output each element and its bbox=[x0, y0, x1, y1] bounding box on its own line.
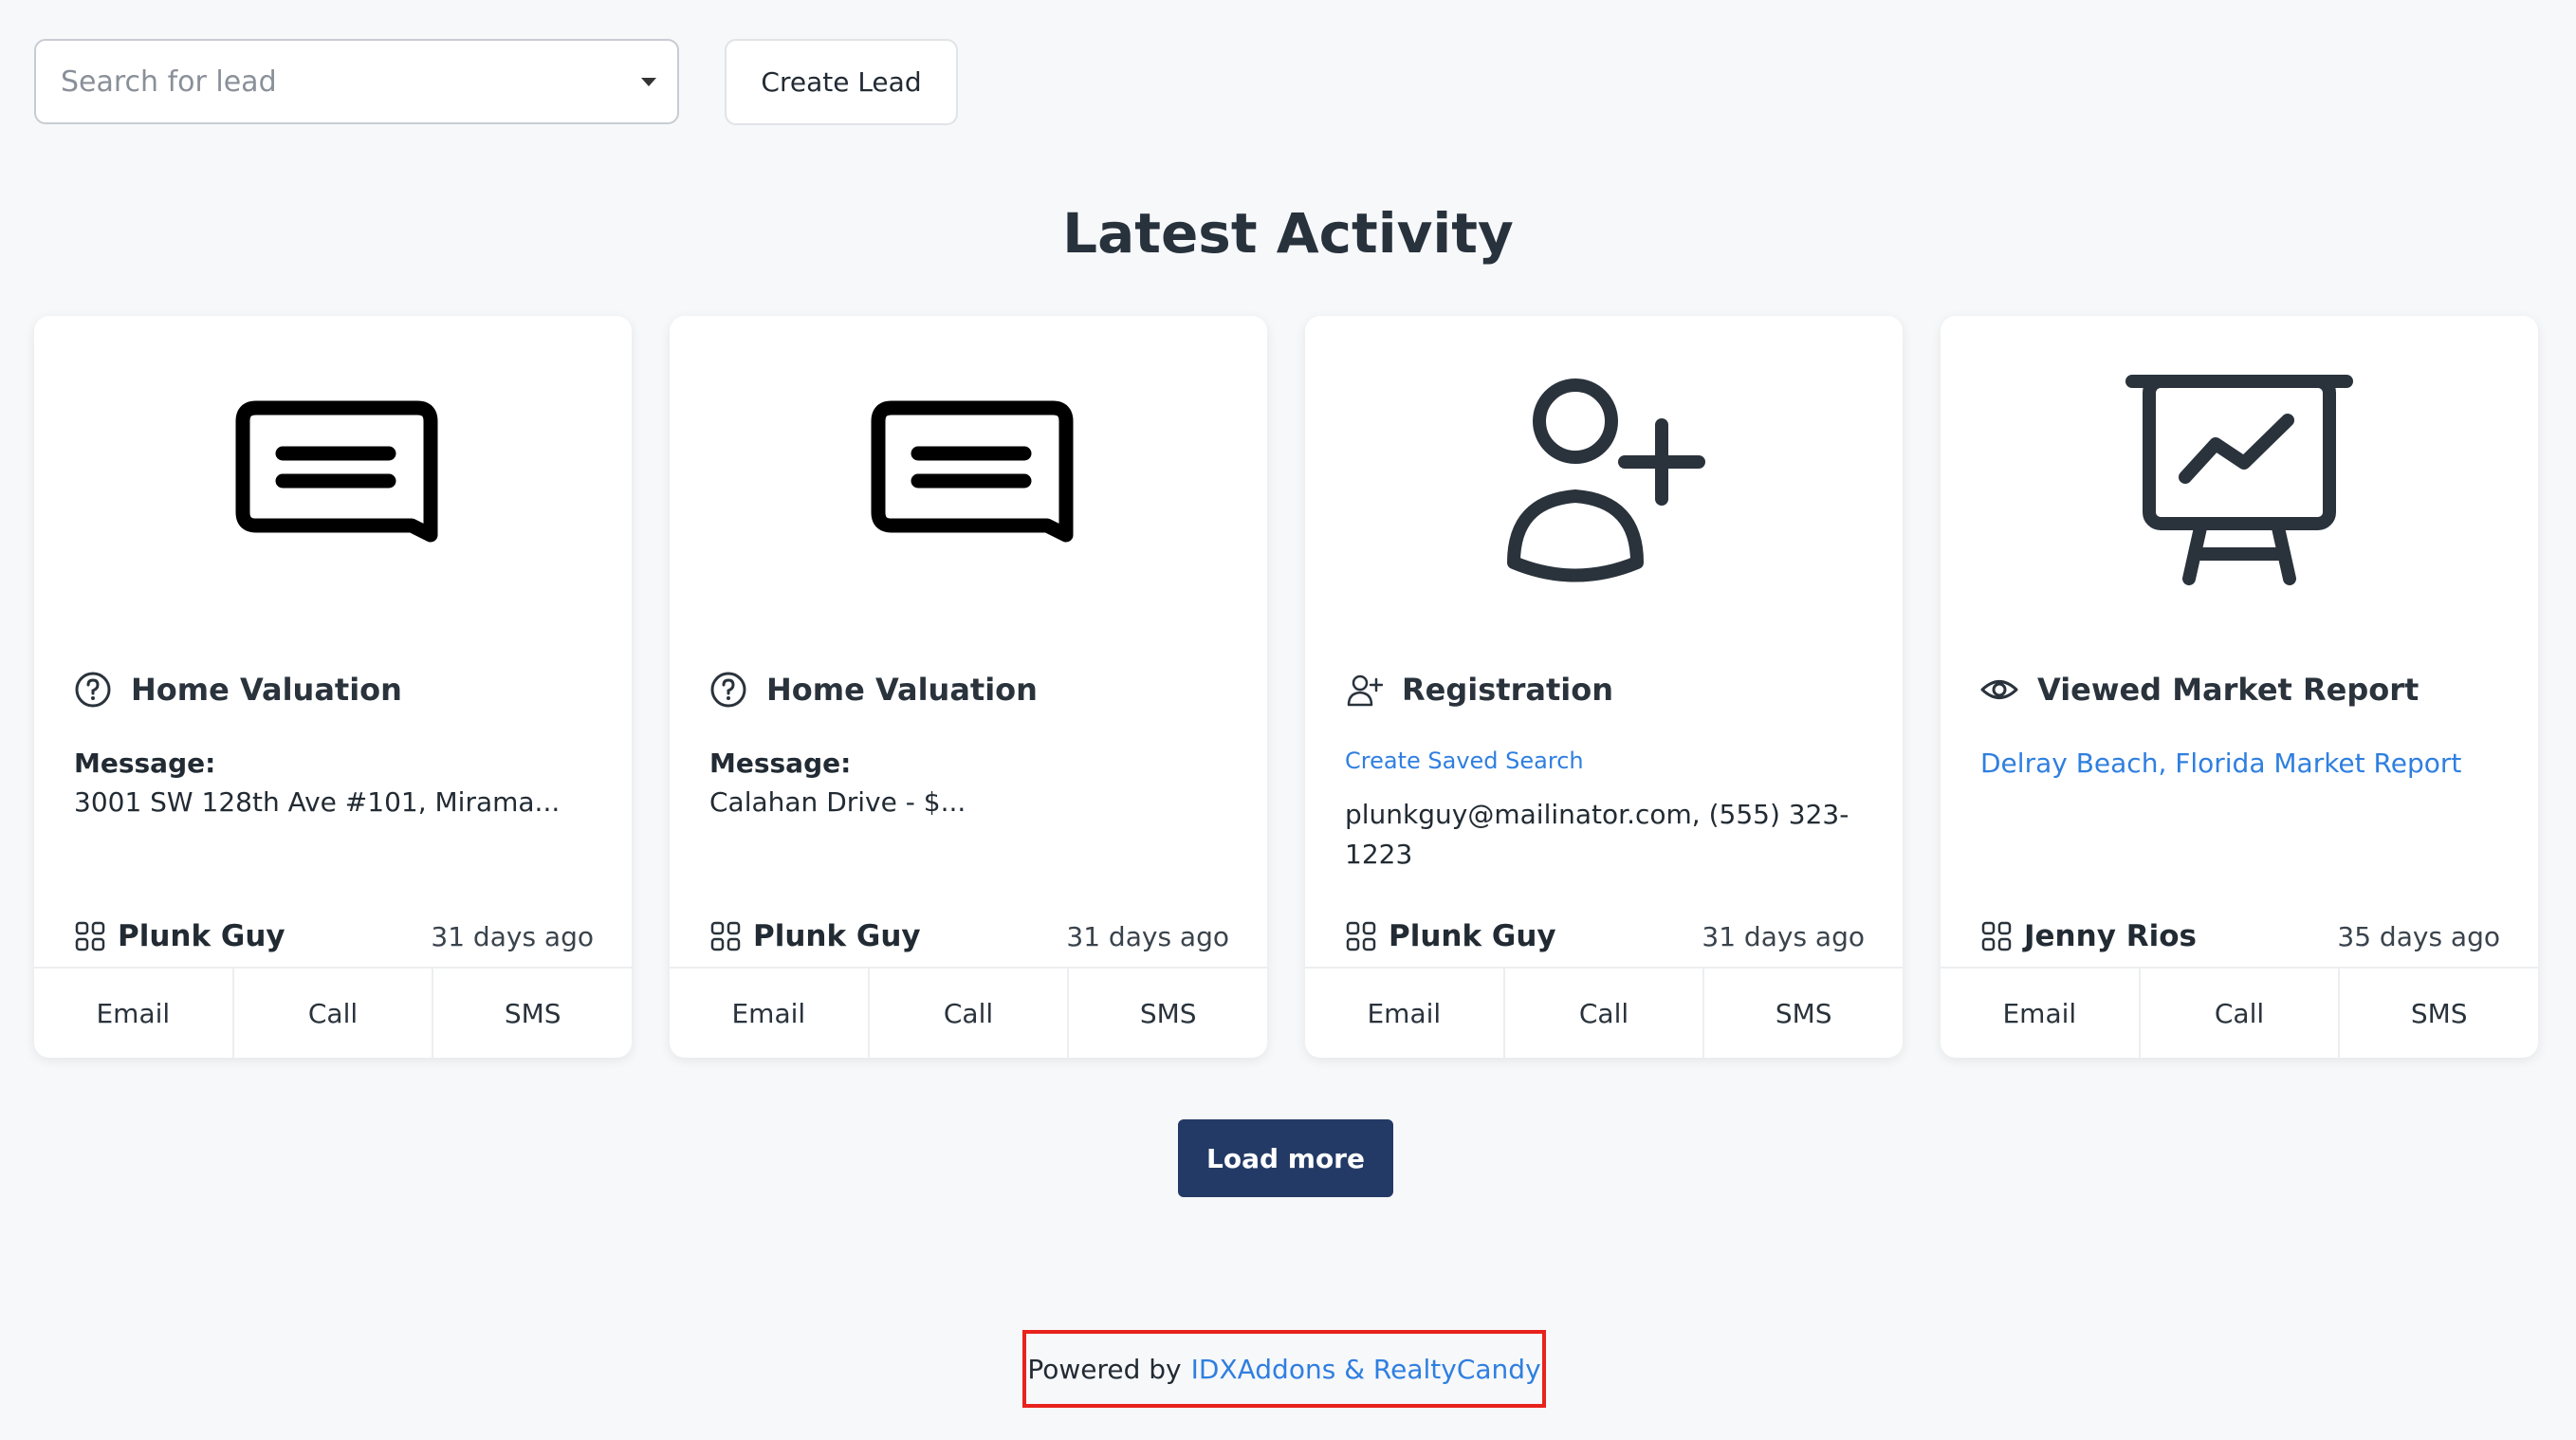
caret-down-icon[interactable] bbox=[641, 77, 656, 86]
activity-type: Viewed Market Report bbox=[2037, 672, 2420, 708]
card-actions: Email Call SMS bbox=[1941, 967, 2538, 1058]
page-title: Latest Activity bbox=[1062, 201, 1514, 266]
card-header: Home Valuation bbox=[709, 671, 1038, 709]
activity-time: 35 days ago bbox=[2337, 920, 2500, 952]
card-meta: Plunk Guy 31 days ago bbox=[74, 915, 594, 957]
activity-card: Home Valuation Message: 3001 SW 128th Av… bbox=[34, 316, 632, 1058]
card-meta: Plunk Guy 31 days ago bbox=[1345, 915, 1865, 957]
grid-icon bbox=[74, 920, 106, 952]
create-saved-search-link[interactable]: Create Saved Search bbox=[1345, 748, 1865, 774]
email-button[interactable]: Email bbox=[1941, 969, 2139, 1058]
activity-time: 31 days ago bbox=[431, 920, 594, 952]
call-button[interactable]: Call bbox=[2138, 969, 2339, 1058]
card-actions: Email Call SMS bbox=[1305, 967, 1903, 1058]
card-actions: Email Call SMS bbox=[670, 967, 1267, 1058]
sms-button[interactable]: SMS bbox=[432, 969, 632, 1058]
message-icon bbox=[670, 368, 1267, 586]
card-meta: Jenny Rios 35 days ago bbox=[1980, 915, 2500, 957]
lead-link[interactable]: Plunk Guy bbox=[1345, 919, 1556, 953]
powered-by-link[interactable]: IDXAddons & RealtyCandy bbox=[1191, 1354, 1541, 1385]
card-body: Delray Beach, Florida Market Report bbox=[1980, 748, 2500, 779]
email-button[interactable]: Email bbox=[670, 969, 868, 1058]
activity-cards: Home Valuation Message: 3001 SW 128th Av… bbox=[34, 316, 2538, 1058]
sms-button[interactable]: SMS bbox=[1067, 969, 1267, 1058]
activity-type: Registration bbox=[1402, 672, 1613, 708]
lead-name: Plunk Guy bbox=[1389, 919, 1556, 953]
call-button[interactable]: Call bbox=[1502, 969, 1703, 1058]
powered-by-text: Powered by bbox=[1027, 1353, 1182, 1385]
question-circle-icon bbox=[709, 671, 747, 709]
message-text: Calahan Drive - $... bbox=[709, 786, 966, 818]
activity-card: Registration Create Saved Search plunkgu… bbox=[1305, 316, 1903, 1058]
call-button[interactable]: Call bbox=[867, 969, 1068, 1058]
lead-link[interactable]: Plunk Guy bbox=[709, 919, 921, 953]
lead-name: Plunk Guy bbox=[753, 919, 921, 953]
email-button[interactable]: Email bbox=[1305, 969, 1503, 1058]
message-label: Message: bbox=[74, 748, 216, 779]
card-actions: Email Call SMS bbox=[34, 967, 632, 1058]
card-body: Message: Calahan Drive - $... bbox=[709, 748, 1229, 818]
activity-type: Home Valuation bbox=[131, 672, 402, 708]
message-icon bbox=[34, 368, 632, 586]
create-lead-button[interactable]: Create Lead bbox=[725, 39, 958, 125]
eye-icon bbox=[1980, 671, 2018, 709]
message-text: 3001 SW 128th Ave #101, Mirama... bbox=[74, 786, 561, 818]
grid-icon bbox=[1980, 920, 2013, 952]
email-button[interactable]: Email bbox=[34, 969, 232, 1058]
lead-link[interactable]: Plunk Guy bbox=[74, 919, 285, 953]
sms-button[interactable]: SMS bbox=[2338, 969, 2538, 1058]
search-lead-select[interactable]: Search for lead bbox=[34, 39, 679, 124]
question-circle-icon bbox=[74, 671, 112, 709]
call-button[interactable]: Call bbox=[231, 969, 432, 1058]
activity-card: Home Valuation Message: Calahan Drive - … bbox=[670, 316, 1267, 1058]
card-header: Registration bbox=[1345, 671, 1613, 709]
card-body: Create Saved Search plunkguy@mailinator.… bbox=[1345, 748, 1865, 875]
grid-icon bbox=[709, 920, 742, 952]
activity-time: 31 days ago bbox=[1066, 920, 1229, 952]
activity-time: 31 days ago bbox=[1702, 920, 1865, 952]
presentation-chart-icon bbox=[1941, 368, 2538, 586]
message-label: Message: bbox=[709, 748, 852, 779]
market-report-link[interactable]: Delray Beach, Florida Market Report bbox=[1980, 748, 2500, 779]
grid-icon bbox=[1345, 920, 1377, 952]
card-meta: Plunk Guy 31 days ago bbox=[709, 915, 1229, 957]
lead-link[interactable]: Jenny Rios bbox=[1980, 919, 2197, 953]
user-plus-icon bbox=[1305, 368, 1903, 586]
user-plus-icon bbox=[1345, 671, 1383, 709]
lead-name: Plunk Guy bbox=[118, 919, 285, 953]
activity-card: Viewed Market Report Delray Beach, Flori… bbox=[1941, 316, 2538, 1058]
contact-info: plunkguy@mailinator.com, (555) 323-1223 bbox=[1345, 799, 1849, 870]
card-header: Home Valuation bbox=[74, 671, 402, 709]
activity-type: Home Valuation bbox=[766, 672, 1038, 708]
card-body: Message: 3001 SW 128th Ave #101, Mirama.… bbox=[74, 748, 594, 818]
search-placeholder: Search for lead bbox=[61, 65, 277, 99]
powered-by-footer: Powered by IDXAddons & RealtyCandy bbox=[1022, 1330, 1546, 1408]
card-header: Viewed Market Report bbox=[1980, 671, 2419, 709]
lead-name: Jenny Rios bbox=[2024, 919, 2197, 953]
load-more-button[interactable]: Load more bbox=[1178, 1119, 1393, 1197]
sms-button[interactable]: SMS bbox=[1702, 969, 1903, 1058]
